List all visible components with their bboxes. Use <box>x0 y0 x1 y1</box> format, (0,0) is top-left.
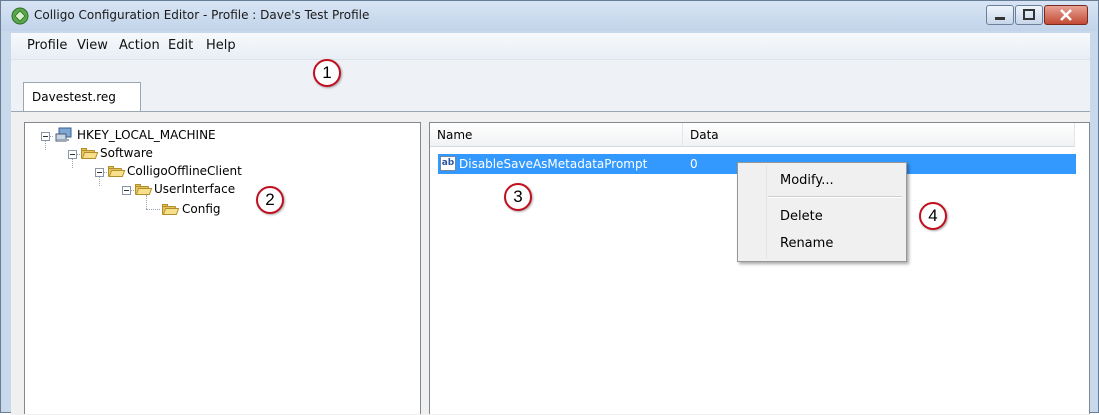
window-title: Colligo Configuration Editor - Profile :… <box>34 8 370 22</box>
callout-4: 4 <box>919 202 947 230</box>
minimize-button[interactable] <box>986 5 1014 25</box>
collapse-toggle-icon[interactable] <box>122 186 131 195</box>
menu-help[interactable]: Help <box>206 38 236 53</box>
tree-connector <box>45 140 47 150</box>
registry-tree-pane[interactable]: HKEY_LOCAL_MACHINE Software ColligoOffli… <box>24 122 421 414</box>
menu-view[interactable]: View <box>77 38 108 53</box>
tree-node-label: UserInterface <box>154 182 236 196</box>
column-header-label: Data <box>690 128 719 142</box>
tree-connector <box>146 195 148 209</box>
close-button[interactable] <box>1044 5 1088 25</box>
app-window: Colligo Configuration Editor - Profile :… <box>0 0 1099 415</box>
context-menu: Modify... Delete Rename <box>737 162 907 262</box>
minimize-icon <box>995 17 1005 20</box>
folder-open-icon <box>81 148 99 159</box>
column-header-label: Name <box>437 128 473 142</box>
folder-open-icon <box>108 166 126 177</box>
tree-node-label: Software <box>100 146 153 160</box>
callout-3: 3 <box>504 183 532 211</box>
tab-label: Davestest.reg <box>32 90 116 104</box>
callout-2: 2 <box>256 186 284 214</box>
maximize-button[interactable] <box>1015 5 1043 25</box>
context-menu-rename[interactable]: Rename <box>780 236 833 251</box>
callout-1: 1 <box>313 59 341 87</box>
context-menu-separator <box>768 196 902 198</box>
tab-strip: Davestest.reg <box>11 59 1090 112</box>
context-menu-delete[interactable]: Delete <box>780 209 823 224</box>
tree-node-label: ColligoOfflineClient <box>127 164 242 178</box>
colligo-logo-icon <box>11 7 29 25</box>
collapse-toggle-icon[interactable] <box>41 132 50 141</box>
title-bar[interactable]: Colligo Configuration Editor - Profile :… <box>1 1 1098 31</box>
menu-edit[interactable]: Edit <box>168 38 193 53</box>
folder-open-icon <box>162 204 180 215</box>
menu-action[interactable]: Action <box>119 38 160 53</box>
menu-profile[interactable]: Profile <box>27 38 67 53</box>
collapse-toggle-icon[interactable] <box>95 168 104 177</box>
column-header-name[interactable]: Name <box>430 123 683 147</box>
registry-computer-icon <box>55 127 72 142</box>
tree-connector <box>146 209 160 211</box>
tree-node-label: Config <box>182 202 221 216</box>
maximize-icon <box>1023 9 1035 20</box>
context-menu-gutter <box>766 165 767 259</box>
value-name: DisableSaveAsMetadataPrompt <box>459 157 648 171</box>
tree-node-label: HKEY_LOCAL_MACHINE <box>77 128 216 142</box>
column-header-data[interactable]: Data <box>683 123 1075 147</box>
value-data: 0 <box>690 157 698 171</box>
context-menu-modify[interactable]: Modify... <box>780 173 834 188</box>
collapse-toggle-icon[interactable] <box>68 150 77 159</box>
tree-connector <box>72 158 74 168</box>
close-icon <box>1060 9 1072 21</box>
tab-davestest-reg[interactable]: Davestest.reg <box>23 82 141 112</box>
folder-open-icon <box>135 184 153 195</box>
tree-connector <box>99 176 101 186</box>
string-value-icon: ab <box>440 156 456 171</box>
menu-bar: Profile View Action Edit Help <box>11 33 1090 59</box>
